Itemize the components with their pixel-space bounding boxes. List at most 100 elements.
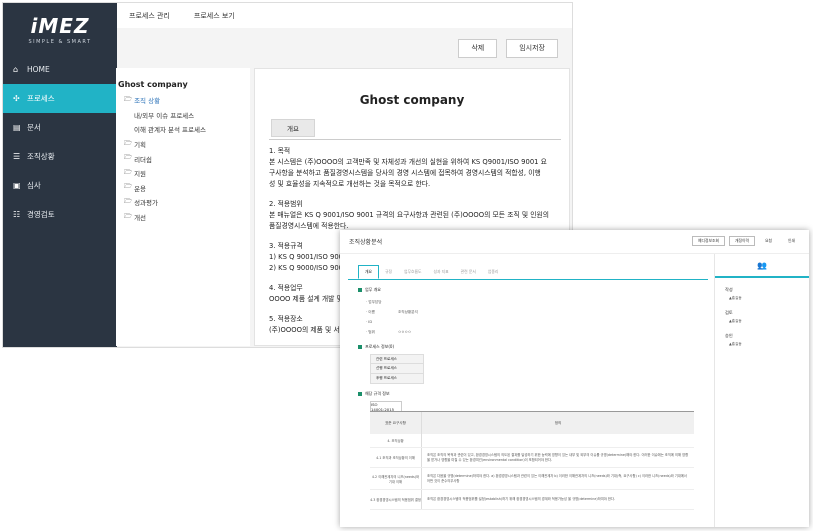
table-row: 4. 조직상황 <box>370 434 694 448</box>
tree-folder[interactable]: 🗁 성과평가 <box>118 195 250 210</box>
approval-item: 검토 ▲홍길동 <box>715 310 809 324</box>
section-title: 업무 개요 <box>365 287 381 292</box>
tree-leaf[interactable]: 이해 관계자 분석 프로세스 <box>118 122 250 137</box>
overlay-main: 개요 규정 업무흐름도 성과 지표 관련 문서 업종리 업무 개요 · 업무담당… <box>348 262 708 527</box>
approval-user: ▲홍길동 <box>729 342 742 346</box>
info-row: · 이름 조직상황분석 <box>348 307 708 317</box>
tab-kpi[interactable]: 성과 지표 <box>427 265 454 279</box>
tab-process-management[interactable]: 프로세스 관리 <box>129 11 170 21</box>
standard-tab[interactable]: ISO 14001:2015 <box>370 401 402 412</box>
tab-overview[interactable]: 개요 <box>271 119 315 137</box>
info-row: · ID <box>348 317 708 327</box>
section-title: 프로세스 정보(0) <box>365 344 395 349</box>
section-header: 해당 규격 정보 <box>358 391 708 397</box>
approval-role: 검토 <box>725 310 733 315</box>
gears-icon: ✣ <box>13 94 20 103</box>
section-line: 성 및 효율성을 지속적으로 개선하는 것을 목적으로 한다. <box>269 180 431 188</box>
info-key: · 범위 <box>366 329 375 334</box>
tree-folder[interactable]: 🗁 리더쉽 <box>118 151 250 166</box>
info-row: · 범위 ㅇㅇㅇㅇ <box>348 327 708 337</box>
section-marker-icon <box>358 392 362 396</box>
info-key: · ID <box>366 320 373 324</box>
table-row: 4.1 조직과 조직상황의 이해 조직은 조직의 목적과 관련이 있고, 환경경… <box>370 448 694 468</box>
tab-process-view[interactable]: 프로세스 보기 <box>194 11 235 21</box>
sidebar-item-management-review[interactable]: ☷ 경영검토 <box>3 200 117 229</box>
sidebar-item-label: 경영검토 <box>27 210 55 219</box>
sidebar-item-audit[interactable]: ▣ 심사 <box>3 171 117 200</box>
tree-root[interactable]: Ghost company <box>118 80 250 89</box>
process-list: 관련 프로세스 선행 프로세스 후행 프로세스 <box>348 354 708 384</box>
column-header: 표준 요구사항 <box>370 412 422 434</box>
request-dropdown[interactable]: 요청 <box>759 236 778 246</box>
tab-workflow[interactable]: 업무흐름도 <box>398 265 427 279</box>
sidebar-item-document[interactable]: ▤ 문서 <box>3 113 117 142</box>
approval-user-name: 홍길동 <box>731 319 742 323</box>
definition-cell: 조직은 다음을 규명(determine)하여야 한다. a) 환경경영시스템과… <box>427 473 687 483</box>
info-key: · 업무담당 <box>366 299 382 304</box>
folder-icon: 🗁 <box>124 167 133 176</box>
tree-item-label: 성과평가 <box>134 199 158 208</box>
tree-leaf[interactable]: 내/외부 이슈 프로세스 <box>118 108 250 123</box>
revision-history-button[interactable]: 개정이력 <box>729 236 755 246</box>
overlay-toolbar: 예디정보조회 개정이력 요청 인쇄 <box>688 236 801 246</box>
logo[interactable]: iMEZ SIMPLE & SMART <box>3 3 117 55</box>
audit-icon: ▣ <box>13 181 21 190</box>
info-value: 조직상황분석 <box>398 309 418 314</box>
process-item[interactable]: 후행 프로세스 <box>370 374 424 384</box>
tree-folder[interactable]: 🗁 기획 <box>118 137 250 152</box>
list-icon: ☰ <box>13 152 21 161</box>
save-temp-button[interactable]: 임시저장 <box>506 38 558 58</box>
approval-user: ▲홍길동 <box>729 296 742 300</box>
folder-icon: 🗁 <box>124 211 133 220</box>
info-key: · 이름 <box>366 309 375 314</box>
approval-panel: 👥 작성 ▲홍길동 검토 ▲홍길동 승인 ▲홍길동 <box>714 254 809 527</box>
section-line: 구사항을 분석하고 품질경영시스템을 당사의 경영 시스템에 접목하여 경영시스… <box>269 169 541 177</box>
document-title: Ghost company <box>359 93 465 107</box>
delete-button[interactable]: 삭제 <box>458 38 498 58</box>
section-title: 해당 규격 정보 <box>365 391 390 396</box>
process-tree: Ghost company 🗁 조직 상황 내/외부 이슈 프로세스 이해 관계자… <box>116 68 250 346</box>
tab-industry[interactable]: 업종리 <box>482 265 504 279</box>
section-marker-icon <box>358 288 362 292</box>
tree-folder[interactable]: 🗁 조직 상황 <box>118 93 250 108</box>
definition-cell: 조직은 조직의 목적과 관련이 있고, 환경경영시스템의 의도된 결과를 달성하… <box>427 452 689 462</box>
users-icon: 👥 <box>715 254 809 278</box>
process-item[interactable]: 관련 프로세스 <box>370 354 424 364</box>
sidebar-item-label: 프로세스 <box>27 94 55 103</box>
tree-item-label: 운용 <box>134 184 147 193</box>
definition-cell <box>422 434 694 447</box>
doc-section: 1. 목적 본 시스템은 (주)OOOO의 고객만족 및 자체성과 개선의 실현… <box>269 146 561 190</box>
section-heading: 2. 적용범위 <box>269 200 303 208</box>
table-header: 표준 요구사항 정의 <box>370 412 694 434</box>
process-item[interactable]: 선행 프로세스 <box>370 364 424 374</box>
sidebar: iMEZ SIMPLE & SMART ⌂ HOME ✣ 프로세스 ▤ 문서 ☰… <box>3 3 117 347</box>
tree-folder[interactable]: 🗁 지원 <box>118 166 250 181</box>
folder-icon: 🗁 <box>124 138 133 147</box>
tab-overview[interactable]: 개요 <box>358 265 379 279</box>
tab-rules[interactable]: 규정 <box>379 265 398 279</box>
requirement-cell: 4.1 조직과 조직상황의 이해 <box>370 448 422 467</box>
requirement-cell: 4.3 환경경영시스템의 적용범위 결정 <box>370 490 422 509</box>
tab-related-docs[interactable]: 관련 문서 <box>455 265 482 279</box>
approval-user: ▲홍길동 <box>729 319 742 323</box>
print-dropdown[interactable]: 인쇄 <box>782 236 801 246</box>
sidebar-item-process[interactable]: ✣ 프로세스 <box>3 84 117 113</box>
sidebar-item-label: HOME <box>27 65 50 74</box>
tree-item-label: 개선 <box>134 214 147 223</box>
sidebar-item-org-context[interactable]: ☰ 조직상황 <box>3 142 117 171</box>
approval-role: 작성 <box>725 287 733 292</box>
tree-folder[interactable]: 🗁 운용 <box>118 181 250 196</box>
logo-tagline: SIMPLE & SMART <box>28 38 92 45</box>
toolbar: 삭제 임시저장 <box>117 28 572 68</box>
sidebar-item-home[interactable]: ⌂ HOME <box>3 55 117 84</box>
approval-user-name: 홍길동 <box>731 296 742 300</box>
tree-item-label: 리더쉽 <box>134 155 153 164</box>
tree-folder[interactable]: 🗁 개선 <box>118 210 250 225</box>
section-heading: 1. 목적 <box>269 147 291 155</box>
folder-icon: 🗁 <box>124 153 133 162</box>
approval-user-name: 홍길동 <box>731 342 742 346</box>
approval-item: 작성 ▲홍길동 <box>715 287 809 301</box>
section-line: 본 시스템은 (주)OOOO의 고객만족 및 자체성과 개선의 실현을 위하여 … <box>269 158 547 166</box>
edit-info-button[interactable]: 예디정보조회 <box>692 236 726 246</box>
standard-table: 표준 요구사항 정의 4. 조직상황 4.1 조직과 조직상황의 이해 조직은 … <box>370 411 694 510</box>
